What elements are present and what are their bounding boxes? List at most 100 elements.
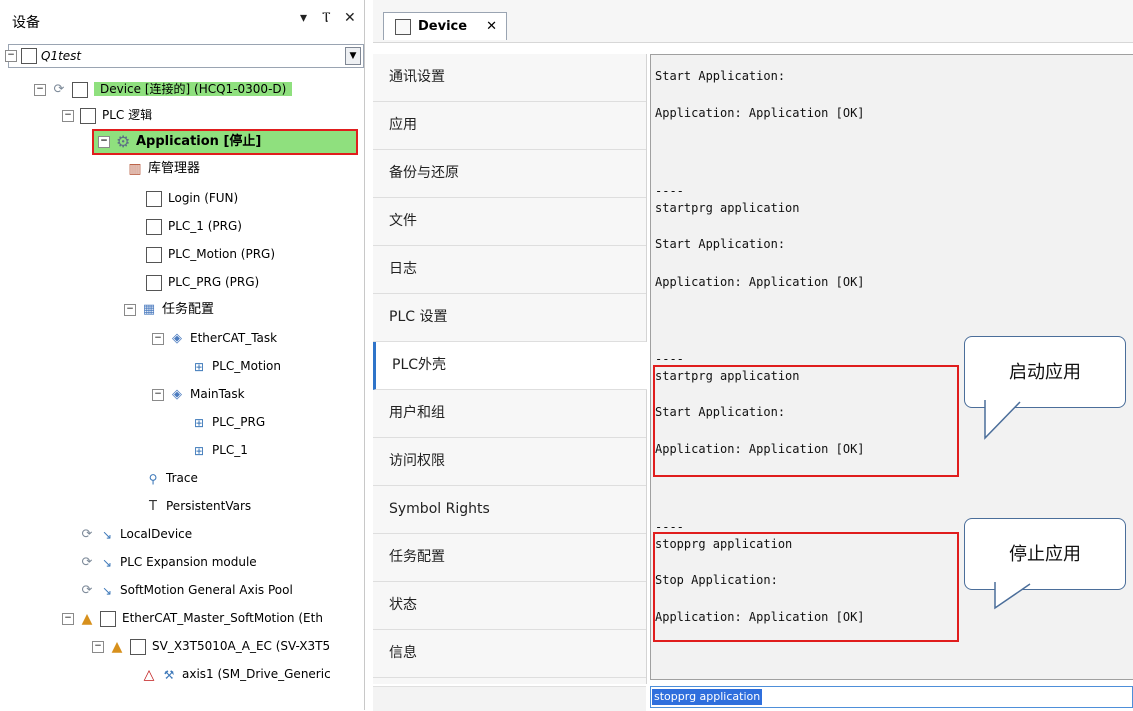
start-highlight-box	[653, 365, 959, 477]
tree-item-persistent-vars[interactable]: T PersistentVars	[146, 495, 251, 517]
library-icon: ▥	[128, 160, 142, 177]
shell-command-input[interactable]: stopprg application	[650, 686, 1133, 708]
tree-item-plc1[interactable]: PLC_1 (PRG)	[146, 215, 242, 237]
tree-item-ethercat-task-plc-motion[interactable]: ⊞ PLC_Motion	[192, 355, 281, 377]
tree-item-label: PLC_Motion	[212, 359, 281, 373]
tree-item-label: LocalDevice	[120, 527, 193, 541]
task-icon: ◈	[172, 386, 182, 402]
output-line: Application: Application [OK]	[655, 106, 865, 120]
menu-item-info[interactable]: 信息	[373, 630, 646, 678]
menu-item-backup-restore[interactable]: 备份与还原	[373, 150, 646, 198]
tree-item-ethercat-task[interactable]: − ◈ EtherCAT_Task	[152, 327, 277, 349]
output-line: ----	[655, 184, 684, 198]
connector-icon: ↘	[101, 527, 113, 542]
tree-item-main-task-plc-prg[interactable]: ⊞ PLC_PRG	[192, 411, 265, 433]
collapse-toggle-icon[interactable]: −	[152, 332, 164, 345]
tree-item-label: SoftMotion General Axis Pool	[120, 583, 293, 597]
close-icon[interactable]: ✕	[486, 13, 497, 41]
devices-panel-title: 设备	[12, 15, 40, 31]
stop-app-callout: 停止应用	[964, 518, 1126, 590]
menu-item-comm-settings[interactable]: 通讯设置	[373, 54, 646, 102]
tree-item-softmotion-pool[interactable]: ⟳ ↘ SoftMotion General Axis Pool	[80, 579, 293, 601]
tree-item-label: PersistentVars	[166, 499, 252, 513]
tree-item-label: SV_X3T5010A_A_EC (SV-X3T5	[152, 639, 331, 653]
tree-item-label: Trace	[166, 471, 198, 485]
menu-item-application[interactable]: 应用	[373, 102, 646, 150]
persistent-vars-icon: T	[149, 498, 157, 514]
sync-icon: ⟳	[81, 526, 93, 542]
warning-icon: ▲	[111, 638, 123, 655]
menu-item-task-config[interactable]: 任务配置	[373, 534, 646, 582]
menu-footer	[373, 686, 646, 711]
tree-item-local-device[interactable]: ⟳ ↘ LocalDevice	[80, 523, 193, 545]
tree-item-label: EtherCAT_Master_SoftMotion (Eth	[122, 611, 323, 625]
menu-item-status[interactable]: 状态	[373, 582, 646, 630]
output-line: Application: Application [OK]	[655, 275, 865, 289]
device-icon	[100, 610, 116, 627]
tab-label: Device	[418, 19, 468, 34]
warning-icon: ▲	[81, 610, 93, 627]
close-panel-icon[interactable]: ✕	[344, 10, 356, 26]
collapse-toggle-icon[interactable]: −	[62, 109, 74, 122]
program-call-icon: ⊞	[193, 359, 205, 374]
output-line: Start Application:	[655, 69, 786, 83]
tree-item-plc-logic[interactable]: − PLC 逻辑	[62, 104, 152, 126]
dropdown-arrow-icon[interactable]: ▾	[300, 10, 307, 26]
project-icon	[21, 48, 37, 64]
collapse-toggle-icon[interactable]: −	[62, 612, 74, 625]
tree-item-trace[interactable]: ⚲ Trace	[146, 467, 198, 489]
tree-item-application[interactable]: − ⚙ Application [停止]	[98, 131, 261, 153]
collapse-toggle-icon[interactable]: −	[152, 388, 164, 401]
device-icon	[395, 19, 411, 35]
tree-item-plc-motion[interactable]: PLC_Motion (PRG)	[146, 243, 275, 265]
sync-icon: ⟳	[81, 582, 93, 598]
tree-item-axis1[interactable]: △ ⚒ axis1 (SM_Drive_Generic	[142, 663, 331, 685]
plc-logic-icon	[80, 107, 96, 124]
device-icon	[72, 81, 88, 98]
tree-item-label: EtherCAT_Task	[190, 331, 278, 345]
tree-item-plc-prg[interactable]: PLC_PRG (PRG)	[146, 271, 259, 293]
program-call-icon: ⊞	[193, 415, 205, 430]
collapse-toggle-icon[interactable]: −	[124, 303, 136, 316]
tab-device[interactable]: Device ✕	[383, 12, 507, 40]
pou-icon	[146, 218, 162, 235]
menu-item-users-groups[interactable]: 用户和组	[373, 390, 646, 438]
pou-icon	[146, 190, 162, 207]
menu-item-files[interactable]: 文件	[373, 198, 646, 246]
tree-item-label: MainTask	[190, 387, 245, 401]
tree-item-ethercat-master[interactable]: − ▲ EtherCAT_Master_SoftMotion (Eth	[62, 607, 323, 629]
tree-item-task-config[interactable]: − ▦ 任务配置	[124, 299, 214, 321]
devices-panel: 设备 ▾ Ⲧ ✕ − Q1test ▼ − ⟳ Device [连接的] (HCQ1…	[0, 0, 365, 710]
stop-callout-tail	[994, 582, 1031, 610]
chevron-down-icon[interactable]: ▼	[345, 47, 361, 65]
menu-item-access-rights[interactable]: 访问权限	[373, 438, 646, 486]
tree-item-label: PLC Expansion module	[120, 555, 257, 569]
gear-icon: ⚙	[116, 131, 131, 151]
tree-item-library-manager[interactable]: ▥ 库管理器	[128, 158, 200, 180]
tree-item-main-task-plc1[interactable]: ⊞ PLC_1	[192, 439, 248, 461]
trace-icon: ⚲	[148, 471, 158, 486]
menu-item-plc-settings[interactable]: PLC 设置	[373, 294, 646, 342]
connector-icon: ↘	[101, 555, 113, 570]
menu-item-plc-shell[interactable]: PLC外壳	[373, 342, 647, 390]
error-icon: △	[143, 666, 155, 683]
collapse-toggle-icon[interactable]: −	[92, 640, 104, 653]
tree-item-label: axis1 (SM_Drive_Generic	[182, 667, 331, 681]
menu-item-symbol-rights[interactable]: Symbol Rights	[373, 486, 646, 534]
menu-item-log[interactable]: 日志	[373, 246, 646, 294]
devices-panel-header: 设备 ▾ Ⲧ ✕	[0, 0, 364, 42]
pin-icon[interactable]: Ⲧ	[322, 10, 331, 26]
tree-item-sv-x3t[interactable]: − ▲ SV_X3T5010A_A_EC (SV-X3T5	[92, 635, 330, 657]
tree-item-plc-expansion[interactable]: ⟳ ↘ PLC Expansion module	[80, 551, 257, 573]
tree-item-login[interactable]: Login (FUN)	[146, 187, 238, 209]
project-root-row[interactable]: − Q1test ▼	[5, 44, 364, 68]
tree-item-label: 库管理器	[148, 161, 201, 176]
device-editor-menu: 通讯设置 应用 备份与还原 文件 日志 PLC 设置 PLC外壳 用户和组 访问…	[373, 54, 647, 684]
command-text-selected: stopprg application	[652, 689, 763, 705]
collapse-toggle-icon[interactable]: −	[34, 83, 46, 96]
tree-item-device[interactable]: − ⟳ Device [连接的] (HCQ1-0300-D)	[34, 78, 293, 100]
tree-item-main-task[interactable]: − ◈ MainTask	[152, 383, 245, 405]
collapse-toggle-icon[interactable]: −	[98, 135, 110, 148]
collapse-toggle-icon[interactable]: −	[5, 50, 17, 62]
tree-item-label: PLC_1	[212, 443, 248, 457]
